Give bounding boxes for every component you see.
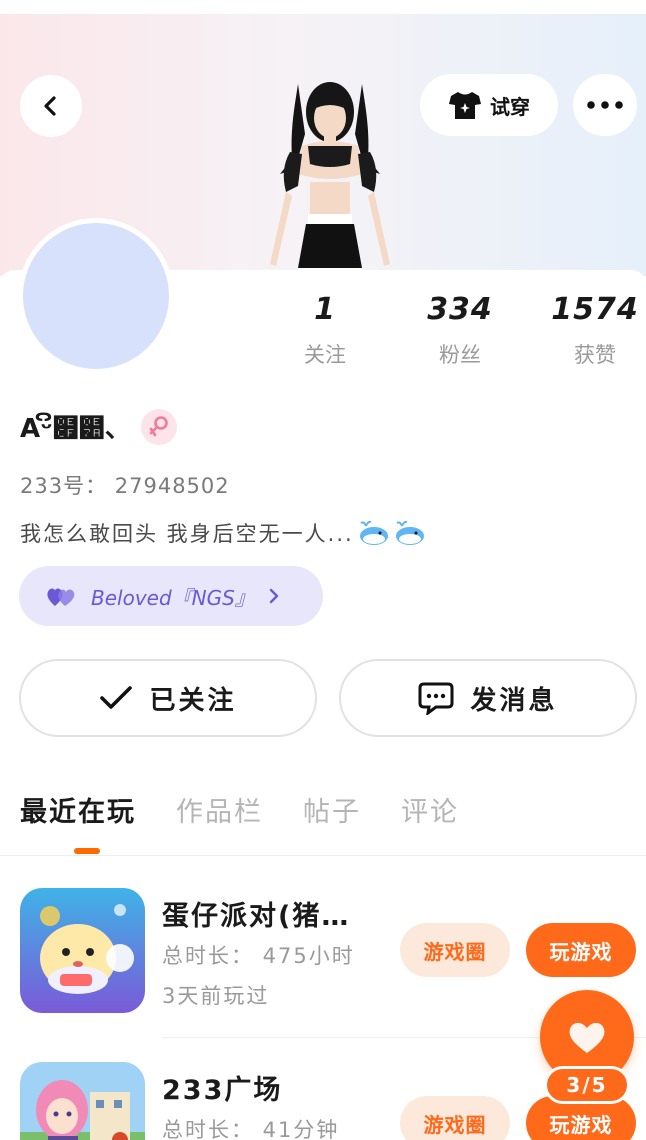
floating-counter-badge: 3/5 <box>544 1066 630 1104</box>
game-title[interactable]: 蛋仔派对(猪… <box>162 894 350 933</box>
nickname: Aᵕິ໏๺、 <box>20 414 131 444</box>
tab-works[interactable]: 作品栏 <box>176 790 263 829</box>
fan-group-tag[interactable]: Beloved『NGS』 <box>19 566 323 626</box>
tab-recently-played[interactable]: 最近在玩 <box>20 790 136 829</box>
game-last-played: 3天前玩过 <box>162 984 270 1008</box>
game-circle-button[interactable]: 游戏圈 <box>400 923 510 977</box>
profile-tabs: 最近在玩 作品栏 帖子 评论 <box>20 790 459 829</box>
233-plaza-icon <box>20 1062 145 1140</box>
eggy-party-icon <box>20 888 145 1013</box>
more-dots-icon <box>587 101 623 109</box>
stat-following-value: 1 <box>314 292 336 327</box>
bio: 我怎么敢回头 我身后空无一人... <box>20 518 426 548</box>
divider <box>0 855 646 856</box>
chat-bubble-icon <box>418 682 454 715</box>
stat-followers-label: 粉丝 <box>439 343 481 367</box>
female-icon <box>149 415 168 436</box>
heart-icon <box>569 1022 605 1053</box>
stat-followers-value: 334 <box>427 292 493 327</box>
stat-following-label: 关注 <box>304 343 346 367</box>
whale-emoji-icon <box>395 520 424 545</box>
followed-button[interactable]: 已关注 <box>19 659 317 737</box>
stat-likes[interactable]: 1574 获赞 <box>540 292 646 369</box>
chevron-left-icon <box>44 96 56 116</box>
more-button[interactable] <box>573 74 637 136</box>
game-icon-233-plaza[interactable] <box>20 1062 145 1140</box>
followed-label: 已关注 <box>149 685 237 716</box>
fan-tag-label: Beloved『NGS』 <box>91 585 255 610</box>
chevron-right-icon <box>269 588 279 604</box>
stat-following[interactable]: 1 关注 <box>270 292 380 369</box>
stat-followers[interactable]: 334 粉丝 <box>405 292 515 369</box>
active-tab-indicator <box>74 848 100 854</box>
tab-comments[interactable]: 评论 <box>401 790 459 829</box>
double-heart-icon <box>47 588 75 606</box>
bio-text: 我怎么敢回头 我身后空无一人... <box>20 522 354 546</box>
avatar-3d-figure[interactable] <box>250 74 410 276</box>
tab-posts[interactable]: 帖子 <box>303 790 361 829</box>
game-play-time: 总时长： 475小时 <box>162 944 355 968</box>
stat-likes-value: 1574 <box>551 292 639 327</box>
try-on-label: 试穿 <box>490 94 530 119</box>
send-message-label: 发消息 <box>470 685 558 716</box>
nickname-row: Aᵕິ໏๺、 <box>20 408 177 445</box>
game-play-time: 总时长： 41分钟 <box>162 1118 340 1140</box>
back-button[interactable] <box>20 75 82 137</box>
user-id[interactable]: 233号： 27948502 <box>20 470 230 500</box>
game-icon-eggy-party[interactable] <box>20 888 145 1013</box>
game-title[interactable]: 233广场 <box>162 1068 282 1107</box>
game-circle-button[interactable]: 游戏圈 <box>400 1096 510 1140</box>
tshirt-sparkle-icon <box>449 92 481 119</box>
try-on-button[interactable]: 试穿 <box>420 74 558 136</box>
gender-female-badge <box>140 408 177 445</box>
whale-emoji-icon <box>359 520 388 545</box>
play-game-button[interactable]: 玩游戏 <box>526 923 636 977</box>
check-icon <box>100 686 133 709</box>
avatar[interactable] <box>18 218 174 374</box>
stat-likes-label: 获赞 <box>574 343 616 367</box>
send-message-button[interactable]: 发消息 <box>339 659 637 737</box>
